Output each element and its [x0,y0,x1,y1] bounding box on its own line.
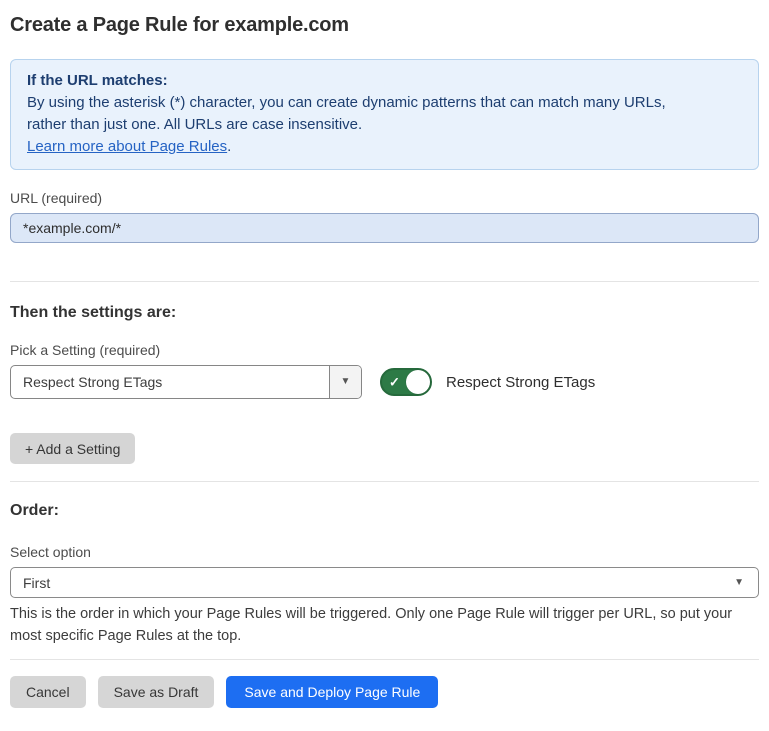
setting-select[interactable]: Respect Strong ETags ▼ [10,365,362,399]
settings-section-heading: Then the settings are: [10,304,759,322]
page-title: Create a Page Rule for example.com [10,13,759,37]
order-section-heading: Order: [10,502,759,520]
link-period: . [227,138,231,155]
url-input[interactable] [10,213,759,243]
setting-picker-label: Pick a Setting (required) [10,342,759,358]
chevron-down-icon: ▼ [341,377,351,387]
order-select[interactable]: First ▼ [10,567,759,598]
setting-select-arrow-button[interactable]: ▼ [329,366,361,398]
url-field-label: URL (required) [10,190,759,206]
setting-toggle-label: Respect Strong ETags [446,374,595,391]
url-match-info-box: If the URL matches: By using the asteris… [10,59,759,170]
divider [10,281,759,282]
setting-toggle[interactable]: ✓ [380,368,432,396]
order-select-label: Select option [10,544,759,560]
page-rule-form: Create a Page Rule for example.com If th… [0,13,769,708]
chevron-down-icon: ▼ [734,578,744,588]
setting-row: Respect Strong ETags ▼ ✓ Respect Strong … [10,365,759,399]
order-help-text: This is the order in which your Page Rul… [10,604,759,647]
setting-select-value: Respect Strong ETags [11,366,329,398]
divider [10,659,759,660]
cancel-button[interactable]: Cancel [10,676,86,708]
info-box-heading: If the URL matches: [27,70,742,92]
save-as-draft-button[interactable]: Save as Draft [98,676,215,708]
divider [10,481,759,482]
add-setting-button[interactable]: + Add a Setting [10,433,135,464]
learn-more-link[interactable]: Learn more about Page Rules [27,138,227,155]
toggle-knob [406,370,430,394]
info-box-body-line1: By using the asterisk (*) character, you… [27,92,742,114]
footer-actions: Cancel Save as Draft Save and Deploy Pag… [10,676,759,708]
info-box-link-line: Learn more about Page Rules. [27,136,742,158]
save-and-deploy-button[interactable]: Save and Deploy Page Rule [226,676,438,708]
check-icon: ✓ [389,376,400,389]
order-select-value: First [23,575,50,591]
info-box-body-line2: rather than just one. All URLs are case … [27,114,742,136]
